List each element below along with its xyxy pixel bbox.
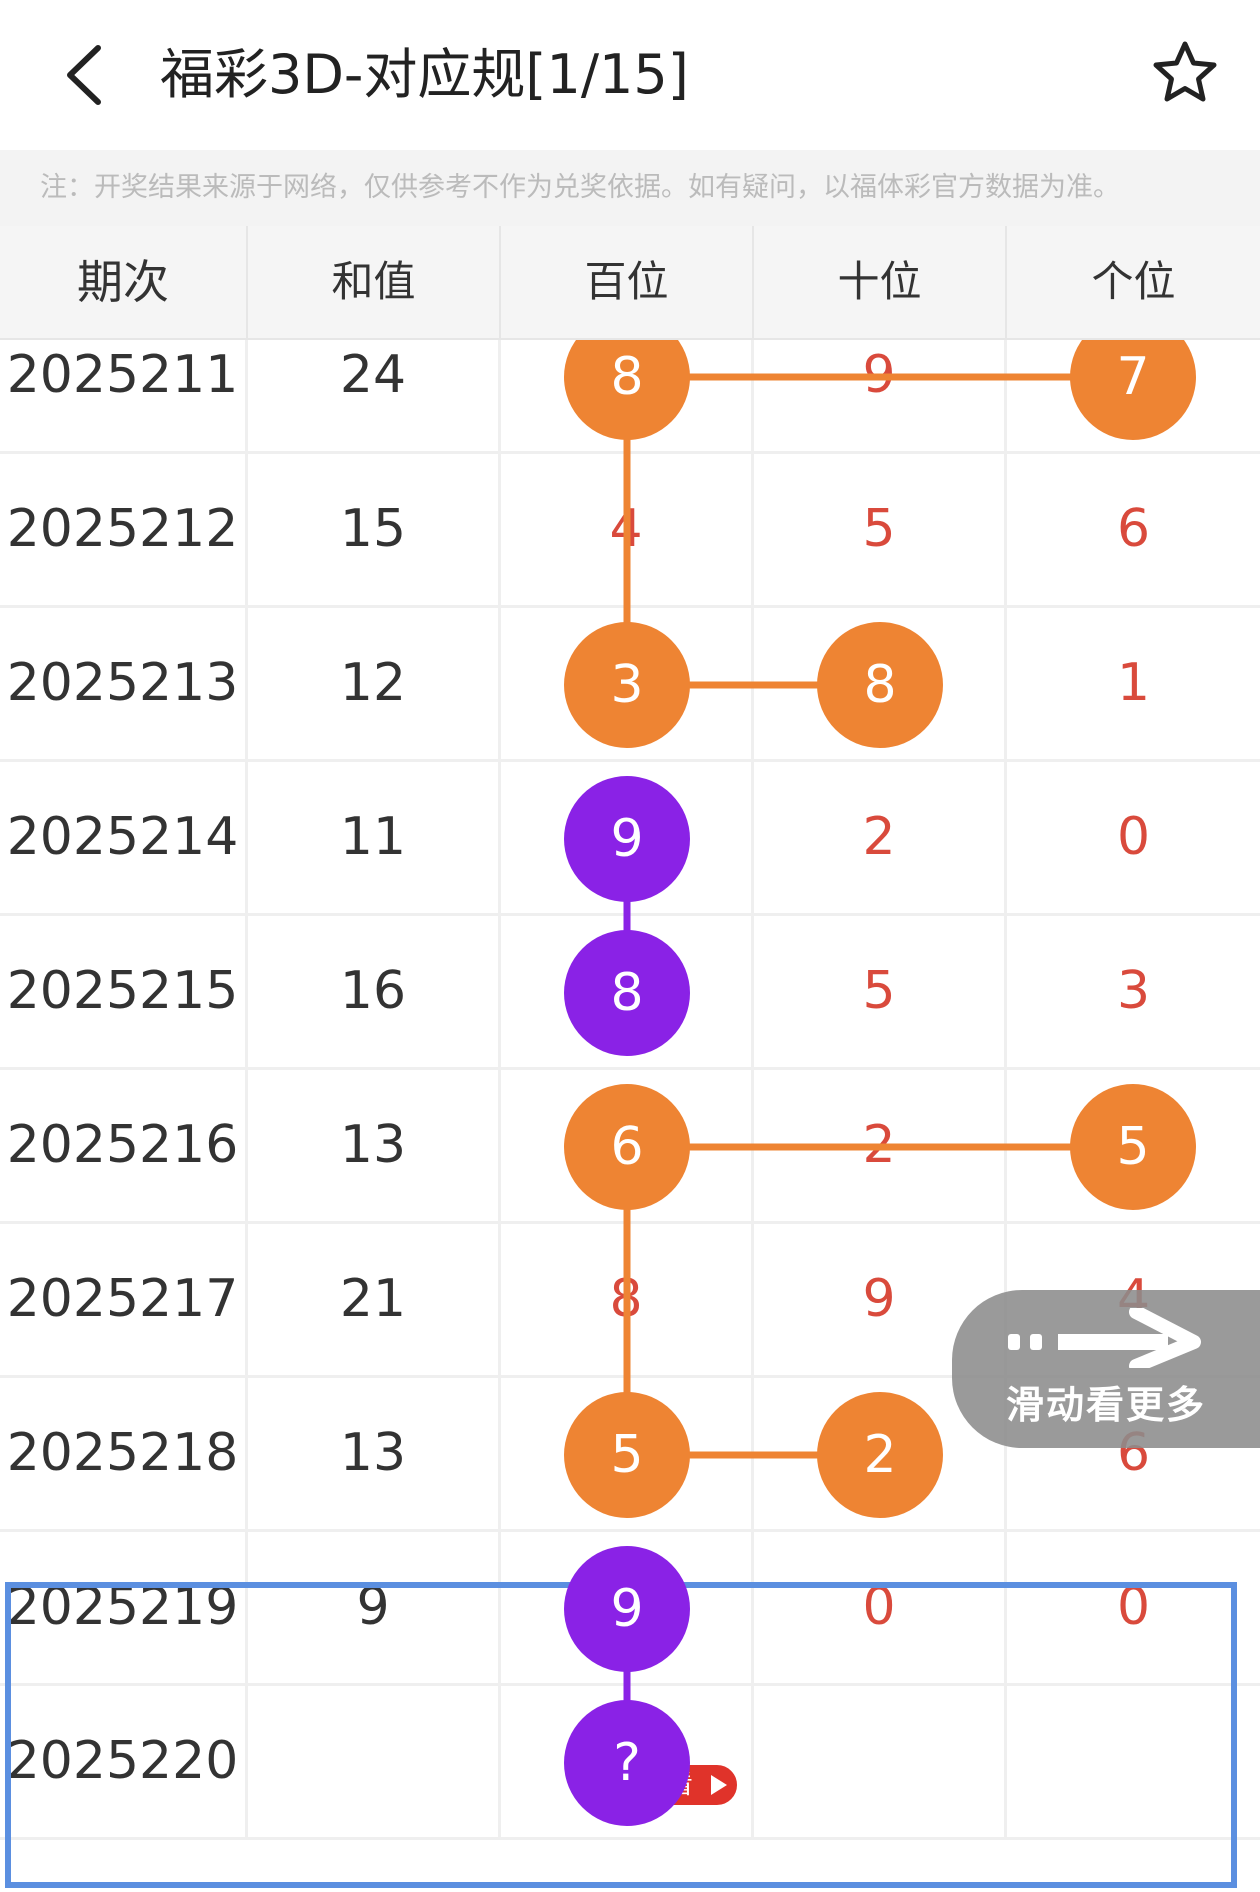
chevron-left-icon [67, 45, 101, 105]
number-ball: 2 [817, 1392, 943, 1518]
number-ball: 5 [564, 1392, 690, 1518]
number-ball: 8 [817, 622, 943, 748]
number-ball: 6 [564, 1084, 690, 1210]
column-header-units: 个位 [1091, 257, 1176, 306]
top-bar: 福彩3D-对应规[1/15] [0, 0, 1260, 150]
number-ball: 5 [1070, 1084, 1196, 1210]
page-title: 福彩3D-对应规[1/15] [160, 43, 689, 106]
column-header-hundreds: 百位 [501, 226, 754, 338]
table-header: 期次 和值 百位 十位 个位 [0, 226, 1260, 340]
number-ball: 9 [564, 776, 690, 902]
star-outline-icon [1153, 41, 1217, 102]
number-ball: 9 [564, 1546, 690, 1672]
draw-table[interactable]: 2025211249202521215456202521312120252141… [0, 340, 1260, 1892]
favorite-button[interactable] [1150, 38, 1220, 108]
column-header-sum: 和值 [248, 226, 501, 338]
number-ball: 3 [564, 622, 690, 748]
column-header-period: 期次 [0, 226, 248, 338]
number-ball: 8 [564, 930, 690, 1056]
disclaimer-notice: 注：开奖结果来源于网络，仅供参考不作为兑奖依据。如有疑问，以福体彩官方数据为准。 [0, 150, 1260, 226]
number-ball[interactable]: ? [564, 1700, 690, 1826]
back-button[interactable] [58, 42, 118, 108]
column-header-tens: 十位 [754, 226, 1007, 338]
